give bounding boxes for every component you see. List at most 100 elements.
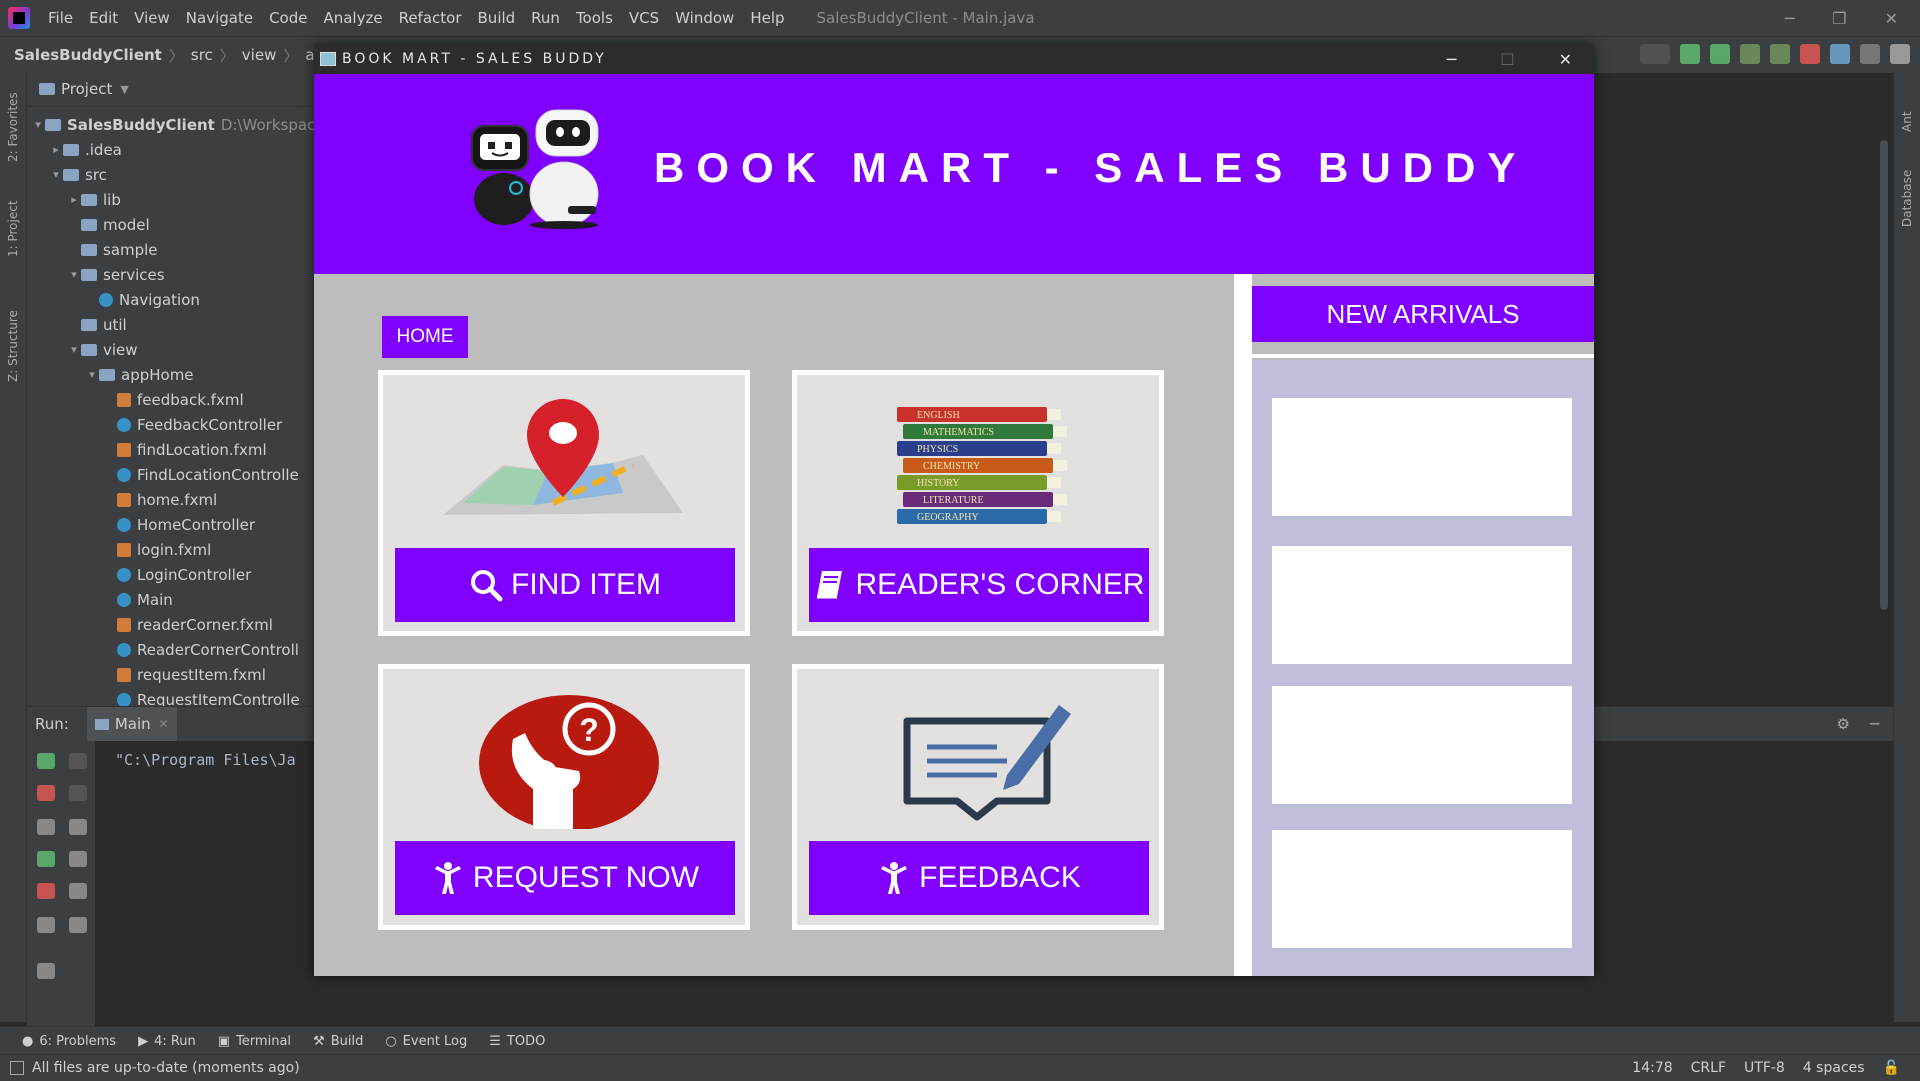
scroll-to-end-icon[interactable] (69, 851, 87, 867)
menu-tools[interactable]: Tools (568, 9, 621, 27)
print-icon[interactable] (69, 883, 87, 899)
rerun-icon[interactable] (37, 753, 55, 769)
run-tab-main[interactable]: Main ✕ (86, 707, 177, 741)
breadcrumb-src[interactable]: src (187, 46, 217, 64)
tree-item[interactable]: findLocation.fxml (103, 437, 267, 462)
minimize-icon[interactable]: ─ (1447, 50, 1457, 69)
run-config-dropdown[interactable] (1640, 44, 1670, 64)
tree-item[interactable]: ▾ SalesBuddyClient D:\Workspaces\ (31, 112, 314, 137)
build-tab[interactable]: ⚒ Build (313, 1034, 363, 1049)
file-encoding[interactable]: UTF-8 (1744, 1060, 1785, 1076)
menu-vcs[interactable]: VCS (621, 9, 667, 27)
exit-icon[interactable] (37, 883, 55, 899)
tree-item[interactable]: ▸ .idea (49, 137, 122, 162)
project-tab[interactable]: 1: Project (6, 200, 20, 257)
chevron-icon[interactable]: ▾ (67, 343, 81, 356)
problems-tab[interactable]: ● 6: Problems (22, 1034, 116, 1049)
debug-icon[interactable] (1710, 44, 1730, 64)
tree-item[interactable]: feedback.fxml (103, 387, 244, 412)
tree-item[interactable]: home.fxml (103, 487, 217, 512)
minimize-panel-icon[interactable]: ─ (1870, 715, 1879, 733)
tree-item[interactable]: ▾ view (67, 337, 137, 362)
arrival-card[interactable] (1272, 398, 1572, 516)
find-item-button[interactable]: FIND ITEM (395, 548, 735, 622)
tree-item[interactable]: ReaderCornerControll (103, 637, 299, 662)
breadcrumb-view[interactable]: view (238, 46, 281, 64)
tree-item[interactable]: HomeController (103, 512, 255, 537)
minimize-icon[interactable]: ─ (1785, 9, 1795, 28)
rerun-icon[interactable] (1680, 44, 1700, 64)
tree-item[interactable]: model (67, 212, 150, 237)
pin-icon[interactable] (37, 963, 55, 979)
new-arrivals-list[interactable] (1252, 360, 1594, 976)
menu-code[interactable]: Code (261, 9, 315, 27)
project-structure-icon[interactable] (1830, 44, 1850, 64)
event-log-tab[interactable]: ○ Event Log (385, 1034, 467, 1049)
breadcrumb-project[interactable]: SalesBuddyClient (0, 46, 166, 64)
menu-navigate[interactable]: Navigate (178, 9, 261, 27)
tree-item[interactable]: FeedbackController (103, 412, 282, 437)
tree-item[interactable]: Navigation (85, 287, 200, 312)
layout-icon[interactable] (37, 917, 55, 933)
menu-edit[interactable]: Edit (81, 9, 126, 27)
close-icon[interactable]: ✕ (1885, 9, 1898, 28)
close-icon[interactable]: ✕ (1559, 50, 1572, 69)
tree-item[interactable]: ▾ appHome (85, 362, 193, 387)
arrival-card[interactable] (1272, 830, 1572, 948)
search-icon[interactable] (1890, 44, 1910, 64)
feedback-button[interactable]: FEEDBACK (809, 841, 1149, 915)
console-output[interactable]: "C:\Program Files\Ja (115, 751, 296, 769)
restore-icon[interactable]: ❐ (1832, 9, 1846, 28)
tree-item[interactable]: RequestItemControlle (103, 687, 300, 706)
request-now-button[interactable]: REQUEST NOW (395, 841, 735, 915)
tree-item[interactable]: sample (67, 237, 158, 262)
database-tab[interactable]: Database (1900, 170, 1914, 227)
tree-item[interactable]: ▸ lib (67, 187, 121, 212)
tree-item[interactable]: requestItem.fxml (103, 662, 266, 687)
chevron-icon[interactable]: ▾ (85, 368, 99, 381)
tree-item[interactable]: readerCorner.fxml (103, 612, 273, 637)
tree-item[interactable]: ▾ services (67, 262, 164, 287)
menu-window[interactable]: Window (667, 9, 742, 27)
chevron-icon[interactable]: ▸ (67, 193, 81, 206)
chevron-icon[interactable]: ▾ (49, 168, 63, 181)
todo-tab[interactable]: ☰ TODO (489, 1034, 545, 1049)
arrow-up-icon[interactable] (69, 753, 87, 769)
chevron-down-icon[interactable]: ▼ (120, 83, 128, 96)
tree-item[interactable]: FindLocationControlle (103, 462, 299, 487)
soft-wrap-icon[interactable] (69, 819, 87, 835)
terminal-tab[interactable]: ▣ Terminal (218, 1034, 291, 1049)
menu-refactor[interactable]: Refactor (391, 9, 470, 27)
caret-position[interactable]: 14:78 (1632, 1060, 1672, 1076)
editor-scrollbar[interactable] (1880, 140, 1888, 610)
tree-item[interactable]: util (67, 312, 127, 337)
tree-item[interactable]: ▾ src (49, 162, 107, 187)
readers-corner-button[interactable]: READER'S CORNER (809, 548, 1149, 622)
camera-icon[interactable] (37, 819, 55, 835)
menu-build[interactable]: Build (470, 9, 524, 27)
trash-icon[interactable] (69, 917, 87, 933)
tree-item[interactable]: login.fxml (103, 537, 211, 562)
stop-icon[interactable] (37, 785, 55, 801)
lock-icon[interactable]: 🔓 (1883, 1060, 1900, 1076)
layout-icon[interactable] (1860, 44, 1880, 64)
project-panel-title[interactable]: Project (61, 80, 112, 98)
debug-icon[interactable] (37, 851, 55, 867)
ant-tab[interactable]: Ant (1900, 111, 1914, 132)
indent-setting[interactable]: 4 spaces (1803, 1060, 1865, 1076)
chevron-icon[interactable]: ▾ (31, 118, 45, 131)
menu-run[interactable]: Run (523, 9, 568, 27)
arrival-card[interactable] (1272, 686, 1572, 804)
profile-icon[interactable] (1770, 44, 1790, 64)
tree-item[interactable]: Main (103, 587, 173, 612)
favorites-tab[interactable]: 2: Favorites (6, 92, 20, 162)
stop-icon[interactable] (1800, 44, 1820, 64)
menu-analyze[interactable]: Analyze (315, 9, 390, 27)
menu-help[interactable]: Help (742, 9, 792, 27)
arrival-card[interactable] (1272, 546, 1572, 664)
tree-item[interactable]: LoginController (103, 562, 251, 587)
status-toggle-icon[interactable] (10, 1061, 24, 1075)
run-tab[interactable]: ▶ 4: Run (138, 1034, 196, 1049)
chevron-icon[interactable]: ▸ (49, 143, 63, 156)
arrow-down-icon[interactable] (69, 785, 87, 801)
